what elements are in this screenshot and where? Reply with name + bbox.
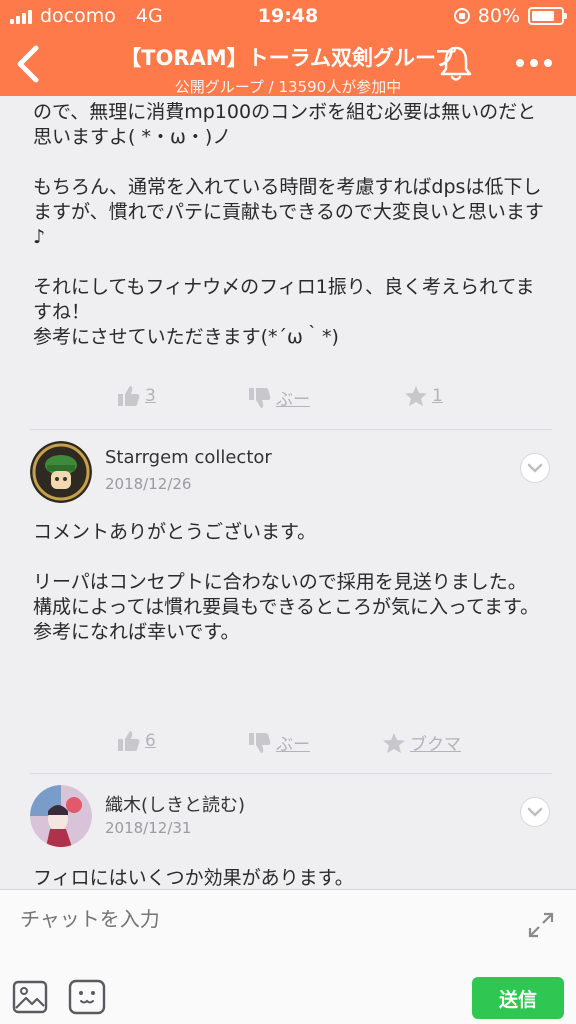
more-options-button[interactable]	[514, 48, 554, 78]
comment-author-name[interactable]: Starrgem collector	[105, 447, 272, 468]
chevron-down-icon	[527, 463, 543, 473]
boo-button[interactable]: ぶー	[248, 730, 310, 755]
battery-level	[532, 11, 555, 21]
chevron-left-icon	[17, 45, 39, 83]
divider	[30, 429, 552, 430]
notification-button[interactable]	[438, 44, 474, 84]
chat-input[interactable]	[20, 904, 500, 934]
send-button[interactable]: 送信	[472, 977, 564, 1019]
emoji-icon	[68, 979, 106, 1015]
status-bar: docomo 4G 19:48 80%	[0, 0, 576, 32]
avatar[interactable]	[30, 441, 92, 503]
expand-input-button[interactable]	[526, 910, 556, 940]
post-thread[interactable]: ので、無理に消費mp100のコンボを組む必要は無いのだと思いますよ( *・ω・)…	[0, 96, 576, 889]
bookmark-label: ブクマ	[410, 735, 461, 755]
boo-label: ぶー	[276, 735, 310, 755]
image-icon	[12, 980, 48, 1014]
sticker-button[interactable]	[68, 979, 106, 1015]
bell-icon	[440, 46, 472, 81]
image-attach-button[interactable]	[12, 980, 48, 1014]
like-count: 6	[145, 731, 156, 751]
comment-text: コメントありがとうございます。 リーパはコンセプトに合わないので採用を見送りまし…	[33, 521, 540, 643]
bookmark-button[interactable]: ブクマ	[382, 730, 461, 755]
star-count: 1	[432, 386, 443, 406]
chevron-down-icon	[527, 807, 543, 817]
comment-author-row: 織木(しきと読む) 2018/12/31	[30, 785, 550, 855]
avatar-image	[30, 785, 92, 847]
thumbs-up-icon	[118, 731, 140, 751]
avatar-image	[30, 441, 92, 503]
thumbs-down-icon	[249, 732, 271, 753]
comment-text: フィロにはいくつか効果があります。	[33, 867, 354, 889]
star-icon	[405, 386, 427, 406]
comment-author-row: Starrgem collector 2018/12/26	[30, 441, 550, 511]
comment-author-name[interactable]: 織木(しきと読む)	[105, 791, 245, 817]
nav-bar: 【TORAM】トーラム双剣グループ 公開グループ / 13590人が参加中	[0, 34, 576, 96]
expand-icon	[528, 912, 554, 938]
divider	[30, 773, 552, 774]
star-button[interactable]: 1	[404, 385, 443, 407]
thumbs-up-icon	[118, 386, 140, 406]
post-reactions: 3 ぶー 1	[0, 385, 576, 415]
comment-date: 2018/12/26	[105, 475, 192, 493]
thumbs-down-icon	[249, 387, 271, 408]
more-icon	[516, 59, 552, 67]
boo-button[interactable]: ぶー	[248, 385, 310, 410]
comment-reactions: 6 ぶー ブクマ	[0, 730, 576, 760]
comment-menu-button[interactable]	[520, 453, 550, 483]
battery-percent: 80%	[477, 5, 520, 27]
orientation-lock-icon	[453, 8, 470, 24]
boo-label: ぶー	[276, 390, 310, 410]
comment-menu-button[interactable]	[520, 797, 550, 827]
like-button[interactable]: 6	[117, 730, 156, 752]
comment-date: 2018/12/31	[105, 819, 192, 837]
app-header: docomo 4G 19:48 80% 【TORAM】トーラム双剣グループ 公開…	[0, 0, 576, 96]
post-text: ので、無理に消費mp100のコンボを組む必要は無いのだと思いますよ( *・ω・)…	[33, 101, 544, 348]
like-button[interactable]: 3	[117, 385, 156, 407]
like-count: 3	[145, 386, 156, 406]
back-button[interactable]	[12, 42, 52, 86]
star-icon	[383, 732, 405, 753]
battery-icon	[528, 7, 567, 25]
avatar[interactable]	[30, 785, 92, 847]
chat-input-bar: 送信	[0, 889, 576, 1024]
